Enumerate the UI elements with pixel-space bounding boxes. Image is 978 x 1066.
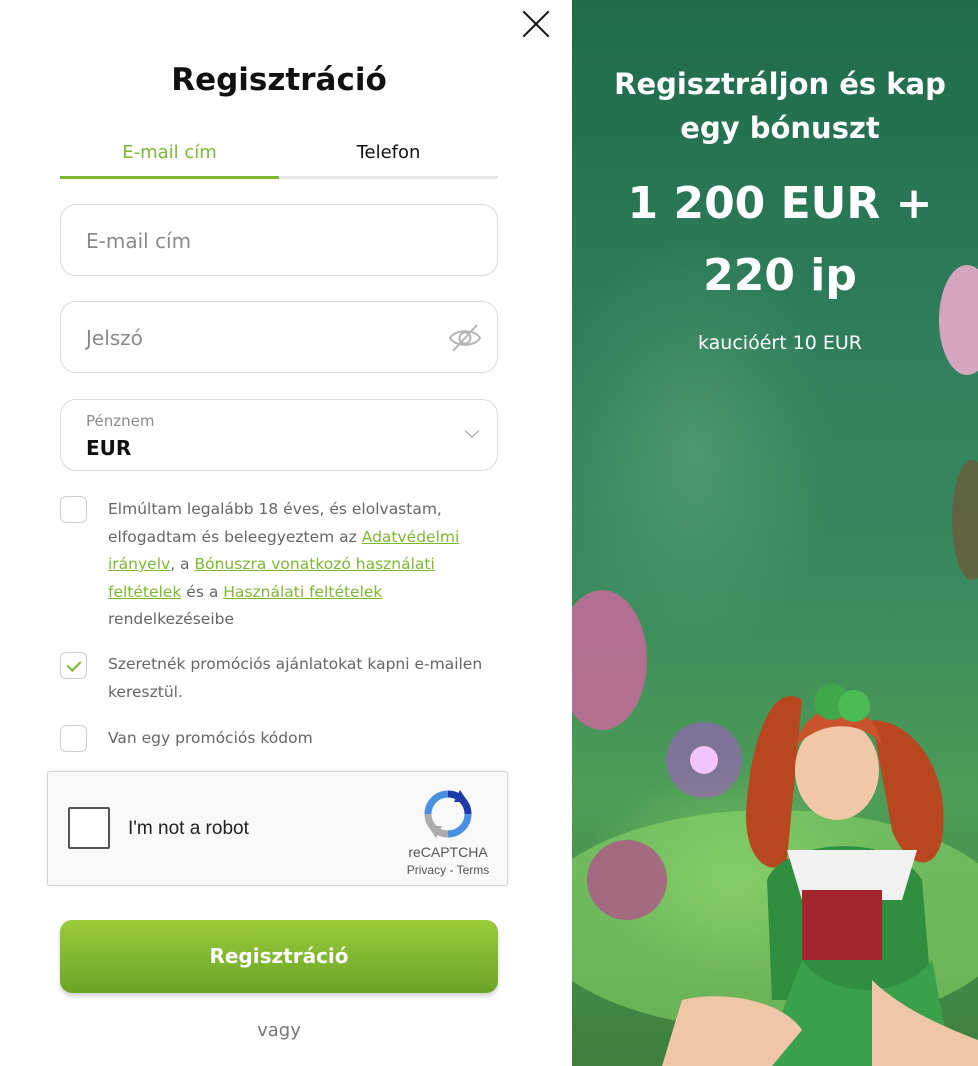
register-button[interactable]: Regisztráció: [60, 920, 498, 993]
promo-emails-checkbox[interactable]: [60, 652, 87, 679]
promo-code-checkbox[interactable]: [60, 725, 87, 752]
promo-deposit: kaucióért 10 EUR: [697, 332, 863, 354]
captcha-links: Privacy - Terms: [406, 863, 490, 877]
registration-tabs: E-mail cím Telefon: [60, 140, 498, 179]
consent-text: Elmúltam legalább 18 éves, és elolvastam…: [108, 500, 460, 628]
promo-headline: Regisztráljon és kap egy bónuszt: [614, 67, 946, 145]
currency-select[interactable]: Pénznem EUR: [60, 399, 498, 471]
currency-value: EUR: [86, 436, 132, 460]
captcha-privacy-link[interactable]: Privacy: [407, 863, 446, 877]
captcha-label: I'm not a robot: [128, 818, 249, 839]
terms-of-use-link[interactable]: Használati feltételek: [223, 583, 382, 601]
captcha-terms-link[interactable]: Terms: [457, 863, 490, 877]
promo-banner: Regisztráljon és kap egy bónuszt 1 200 E…: [572, 0, 978, 1066]
email-field[interactable]: E-mail cím: [60, 204, 498, 276]
chevron-down-icon: [464, 423, 480, 439]
promo-emails-label: Szeretnék promóciós ajánlatokat kapni e-…: [108, 655, 483, 701]
password-field[interactable]: Jelszó: [60, 301, 498, 373]
registration-panel: Regisztráció E-mail cím Telefon E-mail c…: [0, 0, 572, 1066]
captcha-checkbox[interactable]: [68, 807, 110, 849]
tab-email[interactable]: E-mail cím: [60, 140, 279, 179]
consent-checkbox[interactable]: [60, 496, 87, 523]
or-divider: vagy: [257, 1020, 301, 1041]
tab-phone[interactable]: Telefon: [279, 140, 498, 176]
email-placeholder: E-mail cím: [86, 229, 192, 253]
recaptcha-icon: [424, 790, 472, 838]
recaptcha-widget: I'm not a robot reCAPTCHA Privacy - Term…: [47, 771, 508, 886]
promo-code-label: Van egy promóciós kódom: [108, 729, 313, 747]
eye-off-icon[interactable]: [447, 320, 483, 356]
fairy-illustration: [572, 265, 978, 1066]
form-title: Regisztráció: [171, 62, 387, 98]
close-icon[interactable]: [520, 8, 552, 40]
currency-label: Pénznem: [86, 412, 155, 430]
promo-bonus: 1 200 EUR + 220 ip: [627, 178, 933, 301]
password-placeholder: Jelszó: [86, 326, 143, 350]
captcha-brand: reCAPTCHA: [408, 844, 488, 860]
